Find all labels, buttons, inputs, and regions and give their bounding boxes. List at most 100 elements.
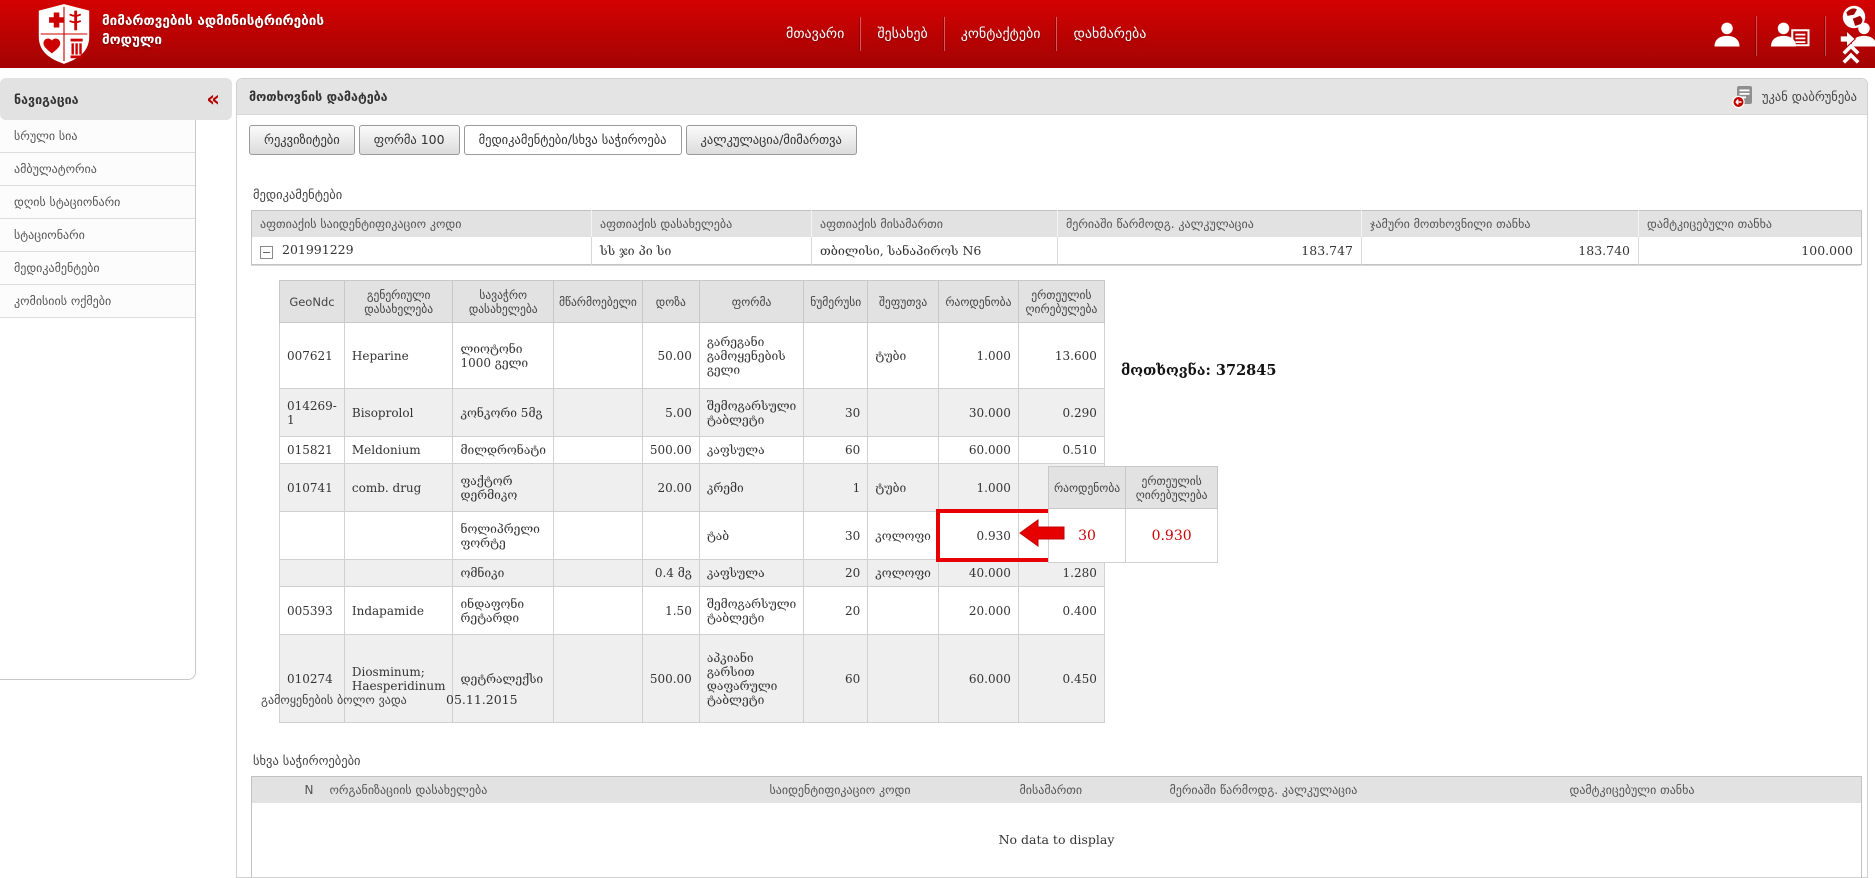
cell: 014269-1 <box>280 389 345 437</box>
column-header: საიდენტიფიკაციო კოდი <box>762 777 1012 804</box>
main-nav: მთავარი შესახებ კონტაქტები დახმარება <box>770 0 1162 68</box>
cell: 40.000 <box>938 560 1018 587</box>
nav-item-about[interactable]: შესახებ <box>861 20 943 48</box>
cell: 0.290 <box>1018 389 1104 437</box>
pharmacy-row[interactable]: 201991229 სს ჯი პი სი თბილისი, სანაპიროს… <box>252 237 1862 265</box>
cell: 60 <box>804 635 868 723</box>
cell <box>554 512 643 560</box>
pharmacy-code: 201991229 <box>282 242 354 257</box>
column-header: ნუმერუსი <box>804 281 868 323</box>
page-title: მოთხოვნის დამატება <box>249 89 388 104</box>
drug-row[interactable]: ომნიკი 0.4 მგ კაფსულა 20 კოლოფი 40.000 1… <box>280 560 1105 587</box>
cell: 30.000 <box>938 389 1018 437</box>
corner-tools <box>1829 0 1871 68</box>
drug-row[interactable]: 005393 Indapamide ინდაფონი რეტარდი 1.50 … <box>280 587 1105 635</box>
app-title-line2: მოდული <box>102 31 324 50</box>
column-header: დოზა <box>642 281 699 323</box>
pharmacy-row-detail: GeoNdc გენერიული დასახელება სავაჭრო დასა… <box>251 265 1861 727</box>
cell: 0.930 <box>938 512 1018 560</box>
cell: დეტრალექსი <box>453 635 554 723</box>
sidebar-item-full-list[interactable]: სრული სია <box>0 120 195 153</box>
cell: 30 <box>804 512 868 560</box>
cell: ფაქტორ დერმიკო <box>453 464 554 512</box>
cell: კაფსულა <box>699 437 803 464</box>
sidebar-item-commission-protocols[interactable]: კომისიის ოქმები <box>0 285 195 318</box>
tab-form-100[interactable]: ფორმა 100 <box>359 125 460 155</box>
cell: ტაბ <box>699 512 803 560</box>
cell <box>280 512 345 560</box>
other-needs-header: N ორგანიზაციის დასახელება საიდენტიფიკაცი… <box>252 777 1862 804</box>
column-header: დამტკიცებული თანხა <box>1562 777 1862 804</box>
pharmacy-grid-header: აფთიაქის საიდენტიფიკაციო კოდი აფთიაქის დ… <box>252 211 1862 238</box>
request-number-note: მოთხოვნა: 372845 <box>1121 362 1276 379</box>
back-button[interactable]: უკან დაბრუნება <box>1731 85 1857 109</box>
nav-item-contacts[interactable]: კონტაქტები <box>945 20 1057 48</box>
sidebar-collapse-icon[interactable] <box>206 89 220 109</box>
collapse-header-icon[interactable] <box>1839 42 1863 70</box>
collapse-row-icon[interactable] <box>260 246 273 259</box>
column-header: შეფუთვა <box>868 281 939 323</box>
pharmacy-grid: აფთიაქის საიდენტიფიკაციო კოდი აფთიაქის დ… <box>251 210 1862 265</box>
sidebar-item-day-hospital[interactable]: დღის სტაციონარი <box>0 186 195 219</box>
cell: 20.00 <box>642 464 699 512</box>
nav-item-help[interactable]: დახმარება <box>1057 20 1162 48</box>
language-globe-icon[interactable] <box>1841 4 1867 34</box>
drug-row[interactable]: 010741 comb. drug ფაქტორ დერმიკო 20.00 კ… <box>280 464 1105 512</box>
user-list-icon[interactable] <box>1757 15 1825 57</box>
cell <box>554 389 643 437</box>
cell: კოლოფი <box>868 512 939 560</box>
sidebar-item-medications[interactable]: მედიკამენტები <box>0 252 195 285</box>
app-title: მიმართვების ადმინისტრირების მოდული <box>102 12 324 50</box>
cell: კონკორი 5მგ <box>453 389 554 437</box>
cell: ლიოტონი 1000 გელი <box>453 323 554 389</box>
cell: 0.510 <box>1018 437 1104 464</box>
drug-row[interactable]: 015821 Meldonium მილდრონატი 500.00 კაფსუ… <box>280 437 1105 464</box>
sidebar: ნავიგაცია სრული სია ამბულატორია დღის სტა… <box>0 78 232 680</box>
tab-requisites[interactable]: რეკვიზიტები <box>249 125 355 155</box>
cell: 5.00 <box>642 389 699 437</box>
cell: აპკიანი გარსით დაფარული ტაბლეტი <box>699 635 803 723</box>
cell: 60 <box>804 437 868 464</box>
cell <box>868 389 939 437</box>
tab-medications-other-needs[interactable]: მედიკამენტები/სხვა საჭიროება <box>464 125 682 155</box>
cell: 0.450 <box>1018 635 1104 723</box>
sidebar-item-ambulatory[interactable]: ამბულატორია <box>0 153 195 186</box>
sidebar-item-hospital[interactable]: სტაციონარი <box>0 219 195 252</box>
expiry-line: გამოყენების ბოლო ვადა 05.11.2015 <box>261 692 518 707</box>
cell: 0.400 <box>1018 587 1104 635</box>
drugs-grid-header: GeoNdc გენერიული დასახელება სავაჭრო დასა… <box>280 281 1105 323</box>
cell <box>868 587 939 635</box>
app-header: მიმართვების ადმინისტრირების მოდული მთავა… <box>0 0 1875 68</box>
cell: 005393 <box>280 587 345 635</box>
drug-row[interactable]: 007621 Heparine ლიოტონი 1000 გელი 50.00 … <box>280 323 1105 389</box>
cell: Meldonium <box>344 437 453 464</box>
cell: მილდრონატი <box>453 437 554 464</box>
tab-calculation-referral[interactable]: კალკულაცია/მიმართვა <box>686 125 857 155</box>
column-header: რაოდენობა <box>938 281 1018 323</box>
cell: 20.000 <box>938 587 1018 635</box>
column-header: მწარმოებელი <box>554 281 643 323</box>
annotation-table: რაოდენობა ერთეულის ღირებულება 30 0.930 <box>1048 466 1218 563</box>
cell: შემოგარსული ტაბლეტი <box>699 389 803 437</box>
cell: 50.00 <box>642 323 699 389</box>
user-profile-icon[interactable] <box>1698 15 1756 57</box>
cell: Bisoprolol <box>344 389 453 437</box>
column-header: GeoNdc <box>280 281 345 323</box>
drug-row[interactable]: 014269-1 Bisoprolol კონკორი 5მგ 5.00 შემ… <box>280 389 1105 437</box>
column-header: ფორმა <box>699 281 803 323</box>
cell: 20 <box>804 587 868 635</box>
drug-row-highlighted[interactable]: ნოლიპრელი ფორტე ტაბ 30 კოლოფი 0.930 27.9… <box>280 512 1105 560</box>
cell <box>554 464 643 512</box>
column-header: აფთიაქის მისამართი <box>812 211 1058 238</box>
sidebar-items: სრული სია ამბულატორია დღის სტაციონარი სტ… <box>0 120 196 680</box>
column-header: აფთიაქის საიდენტიფიკაციო კოდი <box>252 211 592 238</box>
column-header: აფთიაქის დასახელება <box>592 211 812 238</box>
drug-row[interactable]: 010274 Diosminum; Haesperidinum დეტრალექ… <box>280 635 1105 723</box>
cell: 1.000 <box>938 323 1018 389</box>
cell: 007621 <box>280 323 345 389</box>
cell: კაფსულა <box>699 560 803 587</box>
column-header: მისამართი <box>1012 777 1162 804</box>
nav-item-home[interactable]: მთავარი <box>770 20 860 48</box>
pharmacy-name: სს ჯი პი სი <box>592 237 812 265</box>
column-header: ჯამური მოთხოვნილი თანხა <box>1362 211 1639 238</box>
